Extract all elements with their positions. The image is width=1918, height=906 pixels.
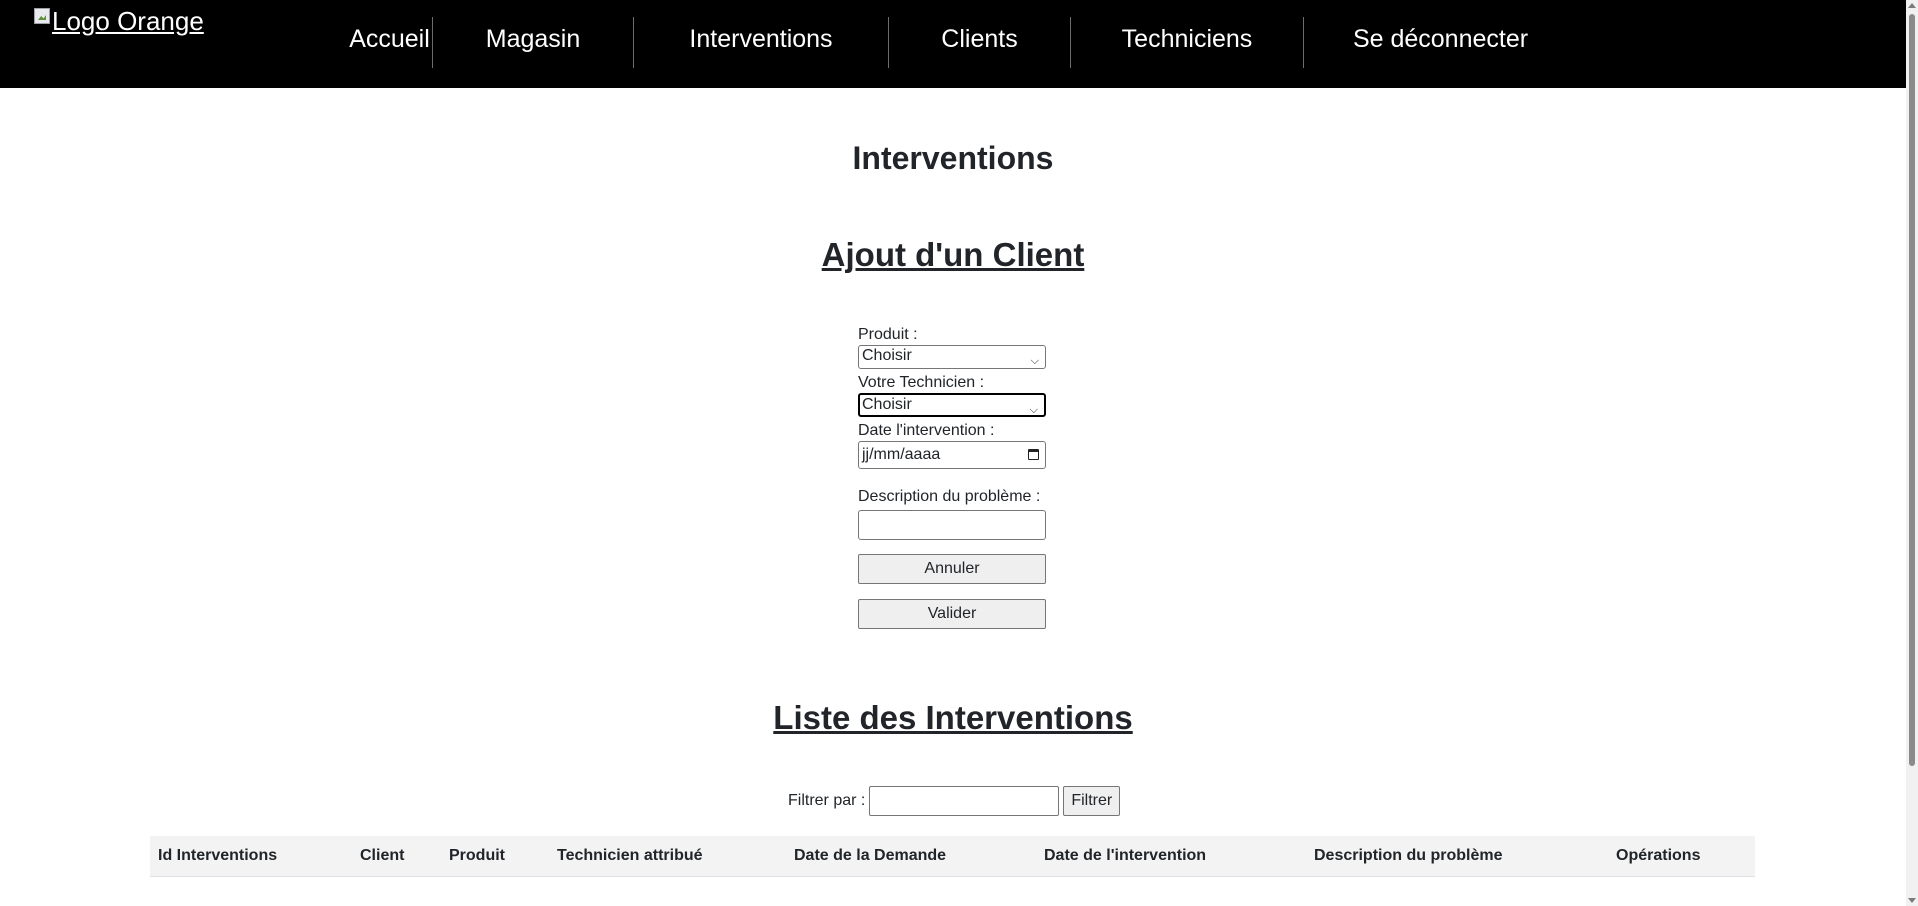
nav-item-magasin[interactable]: Magasin	[433, 24, 633, 54]
nav-item-techniciens[interactable]: Techniciens	[1071, 24, 1303, 54]
calendar-icon[interactable]	[1028, 449, 1039, 460]
date-intervention-input[interactable]: jj/mm/aaaa	[858, 441, 1046, 469]
column-header-date-demande: Date de la Demande	[794, 847, 947, 864]
date-placeholder: jj/mm/aaaa	[862, 446, 941, 463]
filter-label: Filtrer par :	[788, 792, 866, 809]
navbar: Logo Orange Accueil Magasin Intervention…	[0, 0, 1906, 88]
scrollbar-thumb[interactable]	[1909, 14, 1915, 766]
nav-item-clients[interactable]: Clients	[889, 24, 1070, 54]
column-header-description: Description du problème	[1314, 847, 1503, 864]
technicien-label: Votre Technicien :	[858, 374, 985, 391]
date-label: Date l'intervention :	[858, 422, 995, 439]
filter-bar: Filtrer par : Filtrer	[788, 786, 1121, 816]
produit-select[interactable]: Choisir ⌵	[858, 345, 1046, 369]
broken-image-icon	[34, 8, 50, 24]
interventions-table-header: Id Interventions Client Produit Technici…	[150, 836, 1755, 877]
chevron-down-icon: ⌵	[1029, 404, 1038, 416]
column-header-client: Client	[360, 847, 405, 864]
produit-label: Produit :	[858, 326, 918, 343]
produit-selected-value: Choisir	[862, 347, 912, 364]
scroll-up-arrow-icon[interactable]	[1908, 3, 1916, 8]
list-heading: Liste des Interventions	[773, 699, 1133, 736]
column-header-id: Id Interventions	[158, 847, 278, 864]
chevron-down-icon: ⌵	[1030, 355, 1039, 367]
scroll-down-arrow-icon[interactable]	[1908, 898, 1916, 903]
nav-item-interventions[interactable]: Interventions	[634, 24, 888, 54]
column-header-date-intervention: Date de l'intervention	[1044, 847, 1207, 864]
technicien-select[interactable]: Choisir ⌵	[858, 393, 1046, 417]
column-header-operations: Opérations	[1616, 847, 1701, 864]
nav-item-se-deconnecter[interactable]: Se déconnecter	[1304, 24, 1577, 54]
logo-alt-text: Logo Orange	[52, 6, 204, 36]
form-heading: Ajout d'un Client	[821, 236, 1085, 273]
submit-button[interactable]: Valider	[858, 599, 1046, 629]
filter-input[interactable]	[869, 786, 1060, 816]
vertical-scrollbar[interactable]	[1906, 0, 1918, 906]
column-header-produit: Produit	[449, 847, 505, 864]
description-input[interactable]	[858, 510, 1046, 540]
column-header-technicien: Technicien attribué	[557, 847, 703, 864]
technicien-selected-value: Choisir	[862, 396, 912, 413]
cancel-button[interactable]: Annuler	[858, 554, 1046, 584]
filter-button[interactable]: Filtrer	[1063, 786, 1121, 816]
page-title: Interventions	[852, 140, 1054, 176]
add-intervention-form: Produit : Choisir ⌵ Votre Technicien : C…	[858, 325, 1048, 629]
description-label: Description du problème :	[858, 488, 1041, 505]
logo-link[interactable]: Logo Orange	[34, 6, 204, 37]
